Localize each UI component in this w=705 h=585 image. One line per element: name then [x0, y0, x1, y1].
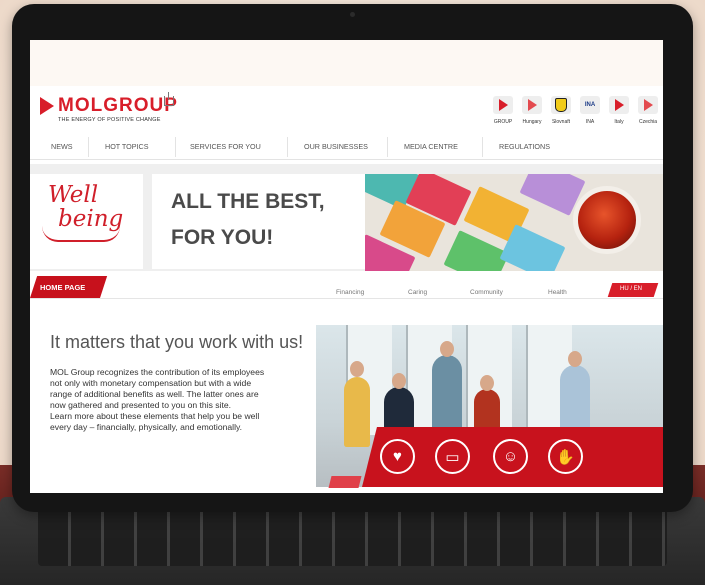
intro-text-line: Learn more about these elements that hel… — [50, 411, 260, 421]
person — [432, 355, 462, 435]
person-head — [440, 341, 454, 357]
language-switch-label[interactable]: HU / EN — [620, 286, 642, 292]
home-page-label[interactable]: HOME PAGE — [40, 283, 85, 292]
subnav-health[interactable]: Health — [548, 289, 567, 296]
subnav-divider — [30, 298, 663, 299]
intro-text-line: MOL Group recognizes the contribution of… — [50, 367, 265, 377]
wellbeing-swoosh-icon — [42, 226, 120, 242]
keyboard — [38, 508, 667, 566]
person — [344, 377, 370, 447]
person-head — [350, 361, 364, 377]
community-people-icon[interactable]: ☺ — [493, 439, 528, 474]
intro-text-line: range of additional benefits as well. Th… — [50, 389, 259, 399]
person-head — [568, 351, 582, 367]
page-title: It matters that you work with us! — [50, 332, 304, 352]
intro-text-line: every day – financially, physically, and… — [50, 422, 243, 432]
person-head — [480, 375, 494, 391]
teacup-image — [573, 186, 641, 254]
page-content: Well being ALL THE BEST, FOR YOU! HOME P… — [30, 40, 663, 493]
subnav-caring[interactable]: Caring — [408, 289, 427, 296]
heart-health-icon[interactable]: ♥ — [380, 439, 415, 474]
wallet-icon[interactable]: ▭ — [435, 439, 470, 474]
headline-box — [152, 174, 392, 269]
banner-headline: ALL THE BEST, — [171, 190, 325, 213]
banner-headline: FOR YOU! — [171, 226, 274, 249]
red-accent-band — [328, 476, 362, 488]
intro-text-line: now gathered and presented to you on thi… — [50, 400, 232, 410]
intro-text-line: not only with monetary compensation but … — [50, 378, 252, 388]
subnav-financing[interactable]: Financing — [336, 289, 364, 296]
person-head — [392, 373, 406, 389]
handshake-icon[interactable]: ✋ — [548, 439, 583, 474]
subnav-community[interactable]: Community — [470, 289, 503, 296]
wellbeing-logo-text: Well — [48, 182, 99, 208]
webcam-icon — [350, 12, 355, 17]
